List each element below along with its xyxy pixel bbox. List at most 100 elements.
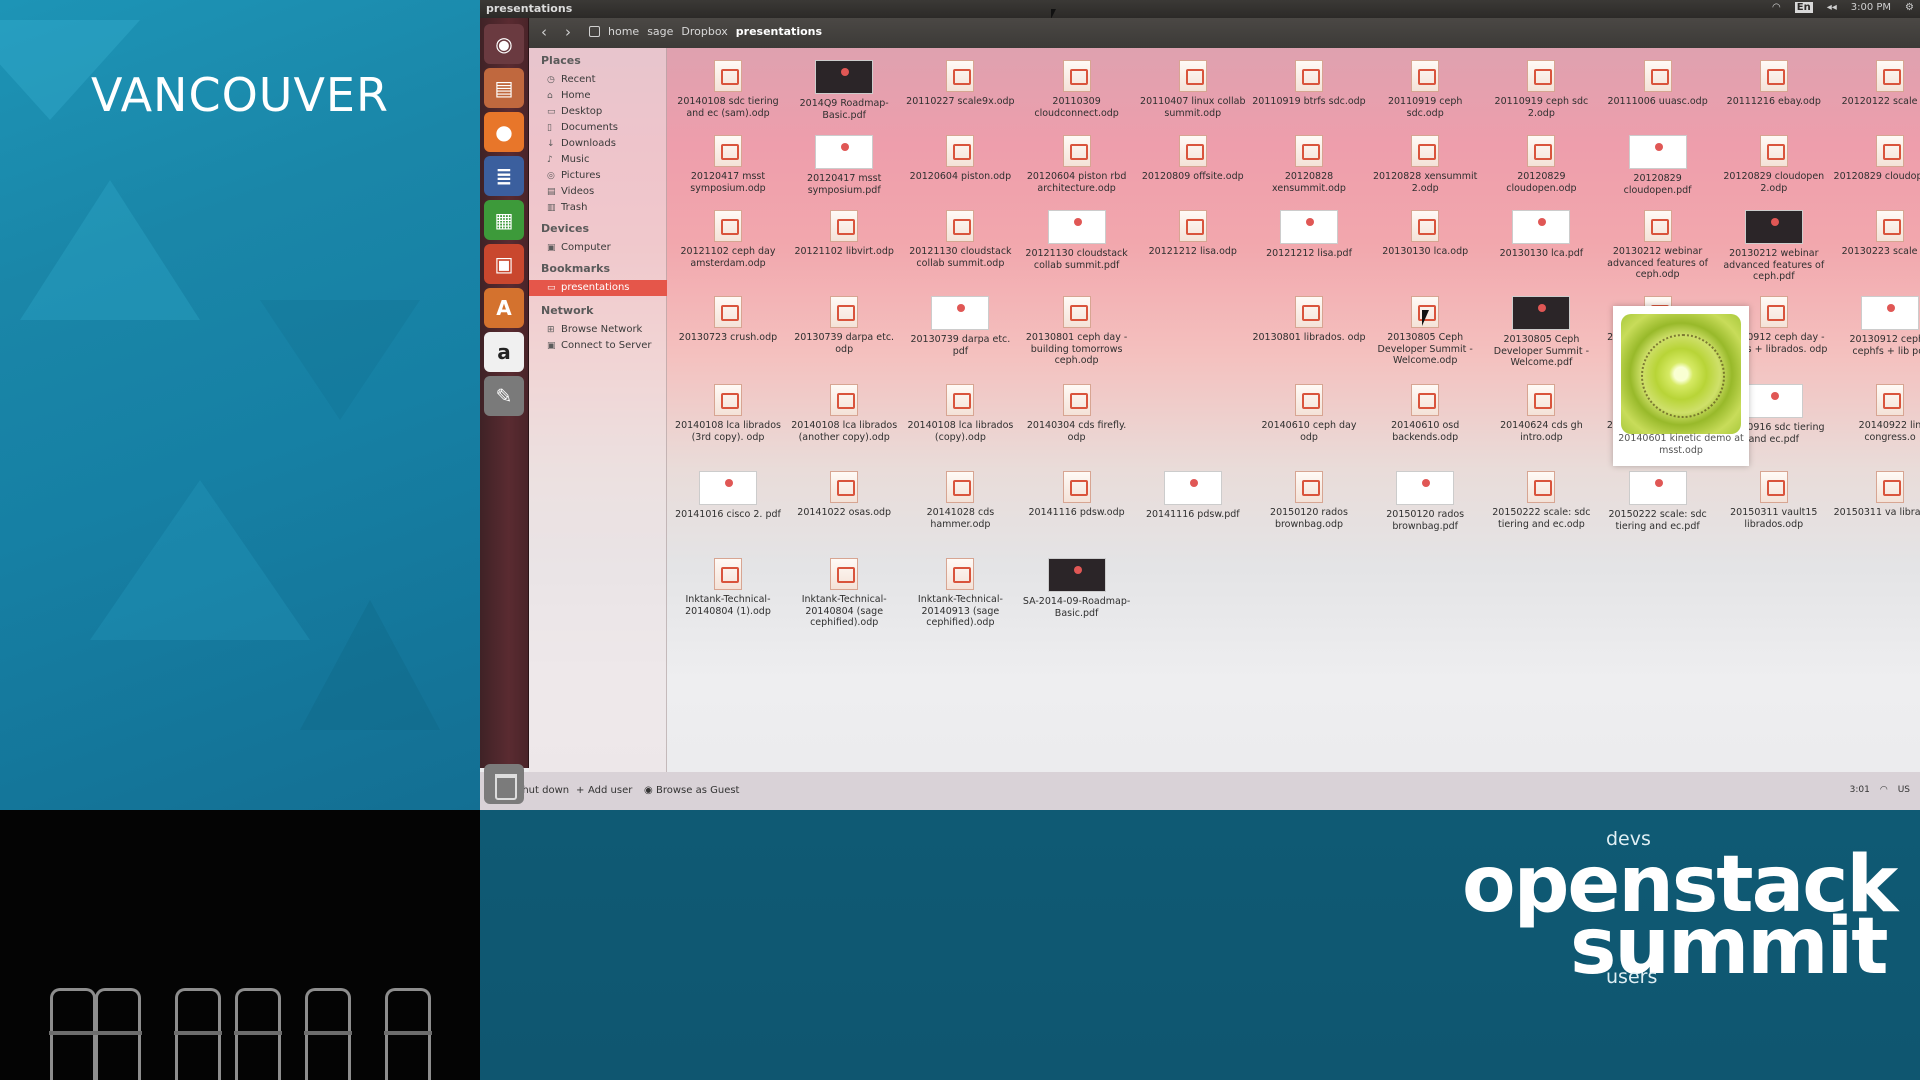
file-item[interactable]: 20140922 lin congress.o [1833, 376, 1920, 443]
clock[interactable]: 3:00 PM [1851, 2, 1891, 13]
file-item[interactable]: 20110919 ceph sdc 2.odp [1484, 52, 1598, 119]
forward-button[interactable]: › [557, 23, 579, 43]
file-item[interactable]: 20140304 cds firefly. odp [1020, 376, 1134, 443]
file-item[interactable]: 20130739 darpa etc. odp [787, 288, 901, 355]
file-item[interactable]: 20110309 cloudconnect.odp [1020, 52, 1134, 119]
file-item[interactable]: 20150222 scale: sdc tiering and ec.pdf [1601, 463, 1715, 532]
file-item[interactable]: 20140610 ceph day odp [1252, 376, 1366, 443]
file-item[interactable]: 20121130 cloudstack collab summit.pdf [1020, 202, 1134, 271]
file-item[interactable]: 20111006 uuasc.odp [1601, 52, 1715, 108]
sidebar-item-music[interactable]: ♪ Music [529, 152, 667, 168]
file-item[interactable]: 20130912 ceph - cephfs + lib pdf [1833, 288, 1920, 357]
volume-icon[interactable]: ◂◂ [1827, 2, 1837, 13]
file-item[interactable]: Inktank-Technical-20140804 (sage cephifi… [787, 550, 901, 629]
file-item[interactable]: 2014Q9 Roadmap-Basic.pdf [787, 52, 901, 121]
crumb-home[interactable]: home [608, 25, 639, 38]
file-item[interactable]: SA-2014-09-Roadmap-Basic.pdf [1020, 550, 1134, 619]
back-button[interactable]: ‹ [533, 23, 555, 43]
file-item[interactable]: 20121102 libvirt.odp [787, 202, 901, 258]
sidebar-item-downloads[interactable]: ↓ Downloads [529, 136, 667, 152]
file-item[interactable]: 20120417 msst symposium.pdf [787, 127, 901, 196]
file-item[interactable]: 20130130 lca.pdf [1484, 202, 1598, 260]
sidebar-item-pictures[interactable]: ◎ Pictures [529, 168, 667, 184]
trash-icon[interactable] [484, 764, 524, 804]
file-item[interactable]: 20110227 scale9x.odp [903, 52, 1017, 108]
add-user-button[interactable]: Add user [588, 785, 632, 796]
wifi-icon[interactable]: ◠ [1772, 2, 1781, 13]
crumb-sage[interactable]: sage [647, 25, 673, 38]
file-item[interactable]: 20140108 lca librados (3rd copy). odp [671, 376, 785, 443]
impress-icon[interactable]: ▣ [484, 244, 524, 284]
file-item[interactable]: 20120604 piston rbd architecture.odp [1020, 127, 1134, 194]
keyboard-layout[interactable]: En [1794, 2, 1813, 13]
sidebar-item-home[interactable]: ⌂ Home [529, 88, 667, 104]
sidebar-item-documents[interactable]: ▯ Documents [529, 120, 667, 136]
file-item[interactable]: 20130130 lca.odp [1368, 202, 1482, 258]
file-item[interactable]: 20140108 lca librados (copy).odp [903, 376, 1017, 443]
file-item[interactable]: 20110919 ceph sdc.odp [1368, 52, 1482, 119]
file-item[interactable]: 20130801 ceph day - building tomorrows c… [1020, 288, 1134, 367]
file-item[interactable]: Inktank-Technical-20140804 (1).odp [671, 550, 785, 617]
files-icon[interactable]: ▤ [484, 68, 524, 108]
browse-as-guest-button[interactable]: Browse as Guest [656, 785, 739, 796]
file-item[interactable]: 20141116 pdsw.pdf [1136, 463, 1250, 521]
sidebar-item-recent[interactable]: ◷ Recent [529, 72, 667, 88]
file-item[interactable]: 20150222 scale: sdc tiering and ec.odp [1484, 463, 1598, 530]
gear-icon[interactable]: ⚙ [1905, 2, 1914, 13]
sidebar-item-presentations[interactable]: ▭ presentations [529, 280, 667, 296]
file-item[interactable]: 20120829 cloudopen 2. [1833, 127, 1920, 183]
file-item[interactable]: 20141028 cds hammer.odp [903, 463, 1017, 530]
file-item[interactable]: 20110407 linux collab summit.odp [1136, 52, 1250, 119]
software-center-icon[interactable]: A [484, 288, 524, 328]
file-item[interactable]: 20150120 rados brownbag.pdf [1368, 463, 1482, 532]
file-item[interactable]: 20121212 lisa.pdf [1252, 202, 1366, 260]
file-item[interactable]: Inktank-Technical-20140913 (sage cephifi… [903, 550, 1017, 629]
file-item[interactable]: 20150120 rados brownbag.odp [1252, 463, 1366, 530]
ubuntu-dash-icon[interactable]: ◉ [484, 24, 524, 64]
sidebar-item-browse-network[interactable]: ⊞ Browse Network [529, 322, 667, 338]
file-item[interactable]: 20121102 ceph day amsterdam.odp [671, 202, 785, 269]
file-item[interactable]: 20121130 cloudstack collab summit.odp [903, 202, 1017, 269]
sidebar-item-trash[interactable]: ▥ Trash [529, 200, 667, 216]
file-item[interactable]: 20130223 scale odp [1833, 202, 1920, 258]
sidebar-item-computer[interactable]: ▣ Computer [529, 240, 667, 256]
add-user-icon[interactable]: + [576, 785, 584, 796]
sidebar-item-desktop[interactable]: ▭ Desktop [529, 104, 667, 120]
guest-icon[interactable]: ◉ [644, 785, 653, 796]
location-icon[interactable] [589, 26, 600, 37]
settings-icon[interactable]: ✎ [484, 376, 524, 416]
file-item[interactable]: 20120417 msst symposium.odp [671, 127, 785, 194]
file-item[interactable]: 20140624 cds gh intro.odp [1484, 376, 1598, 443]
file-item[interactable]: 20120829 cloudopen.pdf [1601, 127, 1715, 196]
file-item[interactable]: 20141022 osas.odp [787, 463, 901, 519]
file-item[interactable]: 20120828 xensummit.odp [1252, 127, 1366, 194]
file-item[interactable]: 20110919 btrfs sdc.odp [1252, 52, 1366, 108]
writer-icon[interactable]: ≣ [484, 156, 524, 196]
file-item[interactable]: 20130723 crush.odp [671, 288, 785, 344]
sidebar-item-connect-server[interactable]: ▣ Connect to Server [529, 338, 667, 354]
crumb-dropbox[interactable]: Dropbox [681, 25, 727, 38]
file-item[interactable]: 20120829 cloudopen 2.odp [1717, 127, 1831, 194]
calc-icon[interactable]: ▦ [484, 200, 524, 240]
file-item[interactable]: 20130805 Ceph Developer Summit - Welcome… [1368, 288, 1482, 367]
file-item[interactable]: 20120604 piston.odp [903, 127, 1017, 183]
amazon-icon[interactable]: a [484, 332, 524, 372]
file-item[interactable]: 20130739 darpa etc. pdf [903, 288, 1017, 357]
file-item[interactable]: 20140108 sdc tiering and ec (sam).odp [671, 52, 785, 119]
file-item[interactable]: 20141016 cisco 2. pdf [671, 463, 785, 521]
file-item[interactable]: 20130212 webinar advanced features of ce… [1717, 202, 1831, 283]
file-item[interactable]: 20130805 Ceph Developer Summit - Welcome… [1484, 288, 1598, 369]
file-item[interactable]: 20120122 scale odp [1833, 52, 1920, 108]
firefox-icon[interactable]: ● [484, 112, 524, 152]
file-item[interactable]: 20120829 cloudopen.odp [1484, 127, 1598, 194]
file-item[interactable]: 20130801 librados. odp [1252, 288, 1366, 344]
file-item[interactable]: 20141116 pdsw.odp [1020, 463, 1134, 519]
file-item[interactable]: 20121212 lisa.odp [1136, 202, 1250, 258]
file-item[interactable]: 20150311 vault15 librados.odp [1717, 463, 1831, 530]
file-item[interactable]: 20130212 webinar advanced features of ce… [1601, 202, 1715, 281]
file-item[interactable]: 20120828 xensummit 2.odp [1368, 127, 1482, 194]
file-item[interactable]: 20120809 offsite.odp [1136, 127, 1250, 183]
file-item[interactable]: 20150311 va librados.p [1833, 463, 1920, 519]
crumb-presentations[interactable]: presentations [736, 25, 822, 38]
file-item[interactable]: 20140610 osd backends.odp [1368, 376, 1482, 443]
